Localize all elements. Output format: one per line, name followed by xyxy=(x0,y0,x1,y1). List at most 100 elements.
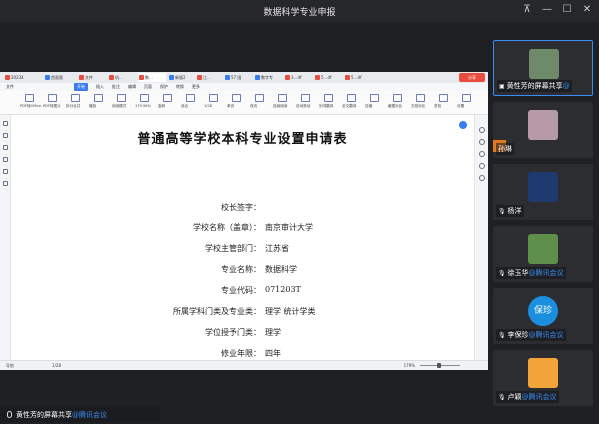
close-button[interactable]: ✕ xyxy=(579,3,595,17)
tool-icon xyxy=(48,94,57,102)
bookmark-icon[interactable] xyxy=(3,121,8,126)
participant-tile[interactable]: 孙琳 xyxy=(493,102,593,158)
meeting-window: 数据科学专业申报 ⊼ — ☐ ✕ 分享 20234 首面版 文件 机… 数… 新版2 江… 5… xyxy=(0,0,599,424)
toolbar-button[interactable]: 截图对比 xyxy=(388,93,406,113)
toolbar-button[interactable]: 文档对比 xyxy=(411,93,429,113)
thumbnail-icon[interactable] xyxy=(3,133,8,138)
wps-toolbar: PDF转Office PDF转图片 拆分合并 播放 阅读模式 179.56% 旋转 适合 1/2… xyxy=(0,91,488,115)
toolbar-button[interactable]: 划词翻译 xyxy=(319,93,337,113)
layers-icon[interactable] xyxy=(3,181,8,186)
toolbar-button[interactable]: 旋转 xyxy=(158,93,176,113)
participant-tile[interactable]: 保珍 🎙 李保珍@腾讯会议 xyxy=(493,288,593,344)
menu-item[interactable]: 保护 xyxy=(160,83,168,91)
toolbar-label: 179.56% xyxy=(135,104,151,108)
toolbar-label: 截图对比 xyxy=(388,104,403,108)
menu-item[interactable]: 插入 xyxy=(96,83,104,91)
toolbar-button[interactable]: PDF转图片 xyxy=(43,93,61,113)
wps-tab[interactable]: 江… xyxy=(196,73,224,82)
wps-tab-bar: 分享 20234 首面版 文件 机… 数… 新版2 江… 57 国数字专 3…df 5…df 5…d… xyxy=(0,72,488,83)
attachment-icon[interactable] xyxy=(3,169,8,174)
field-label: 校长签字： xyxy=(221,203,261,212)
menu-item[interactable]: 更多 xyxy=(192,83,200,91)
share-button[interactable]: 分享 xyxy=(459,73,485,82)
toolbar-button[interactable]: 单页 xyxy=(227,93,245,113)
avatar xyxy=(528,234,558,264)
menu-item[interactable]: 编辑 xyxy=(128,83,136,91)
toolbar-button[interactable]: 压缩 xyxy=(365,93,383,113)
participant-tile[interactable]: 🎙 徐玉华@腾讯会议 xyxy=(493,226,593,282)
zoom-out-icon[interactable] xyxy=(479,139,485,145)
field-value: 数据科学 xyxy=(265,265,297,274)
participant-name: 🎙 杨洋 xyxy=(496,205,524,217)
toolbar-button[interactable]: 连续阅读 xyxy=(273,93,291,113)
rotate-icon[interactable] xyxy=(479,163,485,169)
toolbar-label: 文档对比 xyxy=(411,104,426,108)
toolbar-button[interactable]: 适合 xyxy=(181,93,199,113)
toolbar-label: 全文翻译 xyxy=(342,104,357,108)
field-value: 四年 xyxy=(265,349,281,358)
pin-icon[interactable]: ⊼ xyxy=(519,3,535,17)
wps-tab[interactable]: 新版2 xyxy=(168,73,196,82)
comment-icon[interactable] xyxy=(3,145,8,150)
field-label: 学校名称（盖章）： xyxy=(193,223,261,232)
toolbar-button[interactable]: 阅读模式 xyxy=(112,93,130,113)
toolbar-button[interactable]: 自动滚动 xyxy=(296,93,314,113)
menu-item[interactable]: 页面 xyxy=(144,83,152,91)
toolbar-button[interactable]: 全文翻译 xyxy=(342,93,360,113)
wps-tab[interactable]: 57 国 xyxy=(224,73,252,82)
nav-toggle[interactable]: 导航 xyxy=(6,363,14,369)
menu-item[interactable]: 开始 xyxy=(74,83,88,91)
toolbar-button[interactable]: 设置 xyxy=(457,93,475,113)
status-bar: 导航 1/28 179% xyxy=(0,360,488,370)
menu-item[interactable]: 转换 xyxy=(176,83,184,91)
wps-tab[interactable]: 首面版 xyxy=(44,73,72,82)
fit-icon[interactable] xyxy=(479,151,485,157)
wps-tab[interactable]: 5…df xyxy=(314,73,342,82)
minimize-button[interactable]: — xyxy=(539,3,555,17)
tool-icon xyxy=(278,94,287,102)
wps-tab[interactable]: 数… xyxy=(138,73,166,82)
menu-item[interactable]: 批注 xyxy=(112,83,120,91)
pdf-page: 普通高等学校本科专业设置申请表 校长签字： 学校名称（盖章）： 南京审计大学 学校主管… xyxy=(11,115,474,360)
wps-tab[interactable]: 20234 xyxy=(4,73,32,82)
toolbar-button[interactable]: 播放 xyxy=(89,93,107,113)
tool-icon xyxy=(209,94,218,102)
participant-name-suffix: @腾讯会议 xyxy=(528,269,564,277)
status-page: 1/28 xyxy=(52,363,61,368)
wps-tab[interactable]: 文件 xyxy=(78,73,106,82)
participant-tile[interactable]: 🎙 杨洋 xyxy=(493,164,593,220)
field-value: 071203T xyxy=(265,285,301,294)
participant-tile[interactable]: 🎙 卢颖@腾讯会议 xyxy=(493,350,593,406)
toolbar-button[interactable]: 查找 xyxy=(434,93,452,113)
wps-tab[interactable]: 5…df xyxy=(344,73,372,82)
toolbar-button[interactable]: PDF转Office xyxy=(20,93,41,113)
wps-tab[interactable]: 3…df xyxy=(284,73,312,82)
assistant-icon[interactable] xyxy=(459,121,467,129)
participant-tile[interactable]: ▣ 黄性芳的屏幕共享@ xyxy=(493,40,593,96)
title-bar: 数据科学专业申报 ⊼ — ☐ ✕ xyxy=(0,0,599,22)
wps-tab[interactable]: 数字专 xyxy=(254,73,282,82)
tool-icon xyxy=(140,94,149,102)
field-label: 专业代码： xyxy=(221,286,261,295)
toolbar-button[interactable]: 双页 xyxy=(250,93,268,113)
toolbar-label: 压缩 xyxy=(365,104,373,108)
participant-name-suffix: @ xyxy=(562,82,570,90)
tool-icon xyxy=(94,94,103,102)
zoom-in-icon[interactable] xyxy=(479,127,485,133)
menu-item[interactable]: 文件 xyxy=(6,83,14,91)
toolbar-label: 连续阅读 xyxy=(273,104,288,108)
maximize-button[interactable]: ☐ xyxy=(559,3,575,17)
avatar xyxy=(529,49,559,79)
tools-icon[interactable] xyxy=(479,175,485,181)
search-icon[interactable] xyxy=(3,157,8,162)
toolbar-label: 双页 xyxy=(250,104,258,108)
toolbar-button[interactable]: 179.56% xyxy=(135,93,153,113)
wps-tab[interactable]: 机… xyxy=(108,73,136,82)
participant-name: ▣ 黄性芳的屏幕共享@ xyxy=(497,80,572,92)
tool-icon xyxy=(462,94,471,102)
zoom-slider-handle[interactable] xyxy=(437,363,441,368)
tool-icon xyxy=(186,94,195,102)
field-label: 学位授予门类： xyxy=(205,328,261,337)
toolbar-button[interactable]: 拆分合并 xyxy=(66,93,84,113)
toolbar-button[interactable]: 1/28 xyxy=(204,93,222,113)
